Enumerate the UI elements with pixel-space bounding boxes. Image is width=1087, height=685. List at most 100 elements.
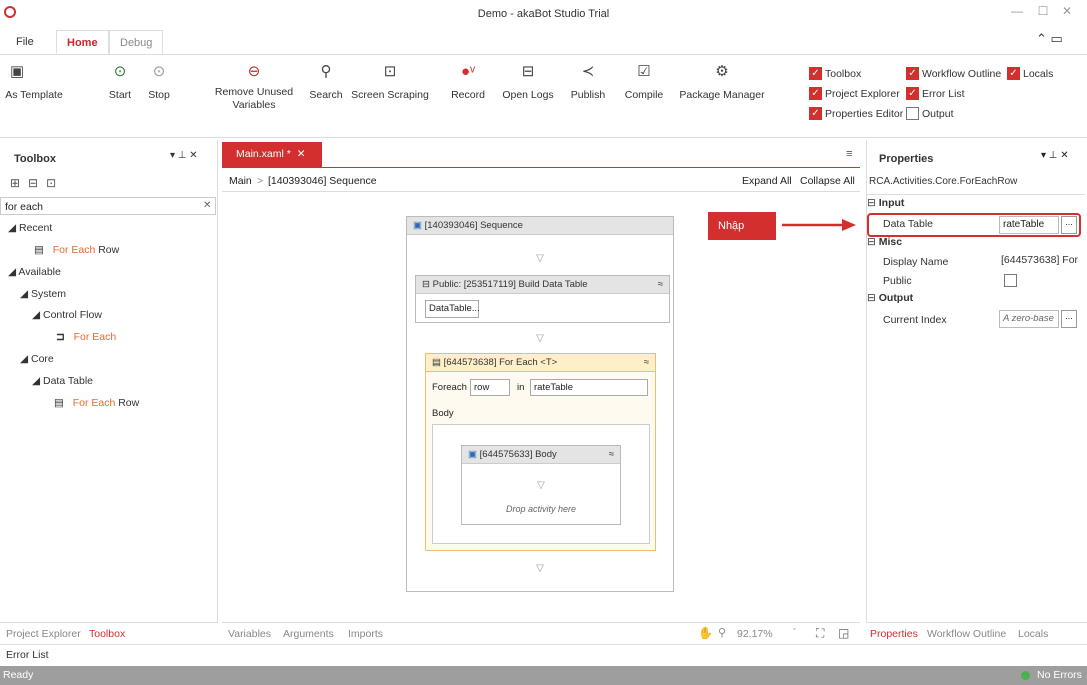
tab-file[interactable]: File — [6, 30, 44, 54]
for-each-icon: ▤ — [432, 357, 441, 368]
screen-scraping-button[interactable]: ⊡ Screen Scraping — [344, 63, 436, 102]
tree-data-table[interactable]: ◢ Data Table — [32, 371, 93, 392]
zoom-dropdown-icon[interactable]: ˇ — [793, 627, 796, 637]
tree-system[interactable]: ◢ System — [20, 284, 66, 305]
toggle-project-explorer[interactable]: ✓ Project Explorer — [809, 87, 900, 100]
publish-button[interactable]: ≺ Publish — [566, 63, 610, 102]
toggle-locals[interactable]: ✓ Locals — [1007, 67, 1053, 80]
compile-button[interactable]: ☑ Compile — [620, 63, 668, 102]
tab-arguments[interactable]: Arguments — [283, 628, 334, 640]
data-table-input[interactable]: rateTable — [999, 216, 1059, 234]
sequence-header: ▣ [140393046] Sequence — [407, 217, 673, 235]
zoom-level[interactable]: 92.17% — [737, 628, 773, 640]
tree-for-each-row[interactable]: ▤ For Each Row — [54, 393, 139, 414]
public-label: Public — [883, 275, 912, 287]
expand-all-link[interactable]: Expand All — [742, 175, 792, 187]
folder-icon: ⊟ — [521, 63, 535, 80]
clear-search-icon[interactable]: ✕ — [203, 200, 211, 211]
collapse-all-link[interactable]: Collapse All — [800, 175, 855, 187]
public-checkbox[interactable] — [1004, 274, 1017, 287]
open-logs-button[interactable]: ⊟ Open Logs — [500, 63, 556, 102]
breadcrumb-current[interactable]: [140393046] Sequence — [268, 175, 377, 187]
toolbox-title: Toolbox — [14, 153, 56, 165]
minimize-button[interactable]: — — [1006, 4, 1028, 22]
start-button[interactable]: ⊙ Start — [104, 63, 136, 102]
tab-workflow-outline[interactable]: Workflow Outline — [927, 628, 1006, 640]
expand-collapse-icons[interactable]: ⊞⊟⊡ — [10, 176, 64, 190]
status-text: Ready — [3, 669, 34, 681]
hand-tool-icon[interactable]: ✋ — [698, 626, 713, 640]
collapse-icon[interactable]: ≈ — [644, 357, 649, 368]
tab-imports[interactable]: Imports — [348, 628, 383, 640]
toolbox-panel: Toolbox ▾ ⊥ ✕ ⊞⊟⊡ for each ✕ ◢ Recent ▤ … — [0, 140, 218, 622]
toolbox-pin-close[interactable]: ▾ ⊥ ✕ — [170, 150, 198, 161]
toggle-workflow-outline[interactable]: ✓ Workflow Outline — [906, 67, 1001, 80]
close-button[interactable]: ✕ — [1056, 4, 1078, 22]
checkbox-icon: ✓ — [906, 67, 919, 80]
tab-menu-icon[interactable]: ≡ — [846, 148, 852, 160]
display-name-input[interactable]: [644573638] For — [1001, 254, 1085, 272]
tab-debug[interactable]: Debug — [109, 30, 164, 54]
for-each-activity[interactable]: ▤ [644573638] For Each <T> ≈ Foreach row … — [425, 353, 656, 551]
tab-properties[interactable]: Properties — [870, 628, 918, 640]
tab-project-explorer[interactable]: Project Explorer — [6, 628, 81, 640]
toggle-output[interactable]: Output — [906, 107, 954, 120]
compile-icon: ☑ — [637, 63, 651, 80]
current-index-label: Current Index — [883, 314, 947, 326]
toggle-toolbox[interactable]: ✓ Toolbox — [809, 67, 861, 80]
properties-pin-close[interactable]: ▾ ⊥ ✕ — [1041, 150, 1069, 161]
zoom-icon[interactable]: ⚲ — [718, 626, 726, 639]
tab-home[interactable]: Home — [56, 30, 109, 54]
package-manager-button[interactable]: ⚙ Package Manager — [676, 63, 768, 102]
current-index-ellipsis-button[interactable]: ... — [1061, 310, 1077, 328]
stop-button[interactable]: ⊙ Stop — [143, 63, 175, 102]
tree-for-each[interactable]: ⊐ For Each — [56, 327, 116, 348]
tab-error-list[interactable]: Error List — [6, 649, 49, 661]
tab-close-icon[interactable]: ✕ — [297, 148, 306, 160]
toggle-properties-editor[interactable]: ✓ Properties Editor — [809, 107, 903, 120]
toolbox-search-input[interactable]: for each ✕ — [0, 197, 216, 215]
fit-screen-icon[interactable]: ⛶ — [816, 626, 824, 641]
section-misc[interactable]: ⊟ Misc — [867, 236, 1085, 254]
tab-toolbox[interactable]: Toolbox — [89, 628, 125, 640]
maximize-button[interactable]: ☐ — [1032, 4, 1054, 22]
section-output[interactable]: ⊟ Output — [867, 292, 1085, 310]
toggle-error-list[interactable]: ✓ Error List — [906, 87, 965, 100]
tree-recent[interactable]: ◢ Recent — [8, 218, 52, 239]
title-bar: Demo - akaBot Studio Trial — ☐ ✕ — [0, 0, 1087, 28]
tab-variables[interactable]: Variables — [228, 628, 271, 640]
tab-locals[interactable]: Locals — [1018, 628, 1048, 640]
template-icon: ▣ — [10, 63, 25, 80]
tree-core[interactable]: ◢ Core — [20, 349, 54, 370]
foreach-in-input[interactable]: rateTable — [530, 379, 648, 396]
overview-icon[interactable]: ◲ — [838, 626, 849, 640]
as-template-button[interactable]: ▣ As Template — [4, 63, 64, 102]
sequence-activity[interactable]: ▣ [140393046] Sequence ▽ ⊟ Public: [2535… — [406, 216, 674, 592]
current-index-input[interactable]: A zero-base — [999, 310, 1059, 328]
tab-main-xaml[interactable]: Main.xaml * ✕ — [222, 142, 322, 167]
data-table-ellipsis-button[interactable]: ... — [1061, 216, 1077, 234]
collapse-icon[interactable]: ≈ — [609, 449, 614, 460]
play-icon: ⊙ — [113, 63, 127, 80]
breadcrumb-root[interactable]: Main — [229, 175, 252, 187]
stop-icon: ⊙ — [152, 63, 166, 80]
remove-unused-variables-button[interactable]: ⊖ Remove Unused Variables — [210, 63, 298, 112]
datatable-button[interactable]: DataTable... — [425, 300, 480, 318]
tree-available[interactable]: ◢ Available — [8, 262, 61, 283]
collapse-icon[interactable]: ≈ — [658, 279, 663, 290]
checkbox-icon: ✓ — [906, 87, 919, 100]
search-button[interactable]: ⚲ Search — [306, 63, 346, 102]
tree-recent-for-each-row[interactable]: ▤ For Each Row — [34, 240, 119, 261]
tree-control-flow[interactable]: ◢ Control Flow — [32, 305, 102, 326]
checkbox-icon: ✓ — [809, 107, 822, 120]
collapse-ribbon-icon[interactable]: ⌃ ▭ — [1036, 31, 1063, 47]
foreach-variable-input[interactable]: row — [470, 379, 510, 396]
sequence-icon: ▣ — [468, 449, 477, 460]
record-button[interactable]: ●ᵛ Record — [448, 63, 488, 102]
ribbon: ▣ As Template ⊙ Start ⊙ Stop ⊖ Remove Un… — [0, 54, 1087, 138]
for-each-icon: ▤ — [34, 244, 44, 256]
build-data-table-activity[interactable]: ⊟ Public: [253517119] Build Data Table ≈ … — [415, 275, 670, 323]
properties-type-name: RCA.Activities.Core.ForEachRow — [869, 176, 1018, 187]
body-sequence-activity[interactable]: ▣ [644575633] Body ≈ ▽ Drop activity here — [461, 445, 621, 525]
status-bar: Ready No Errors — [0, 666, 1087, 685]
